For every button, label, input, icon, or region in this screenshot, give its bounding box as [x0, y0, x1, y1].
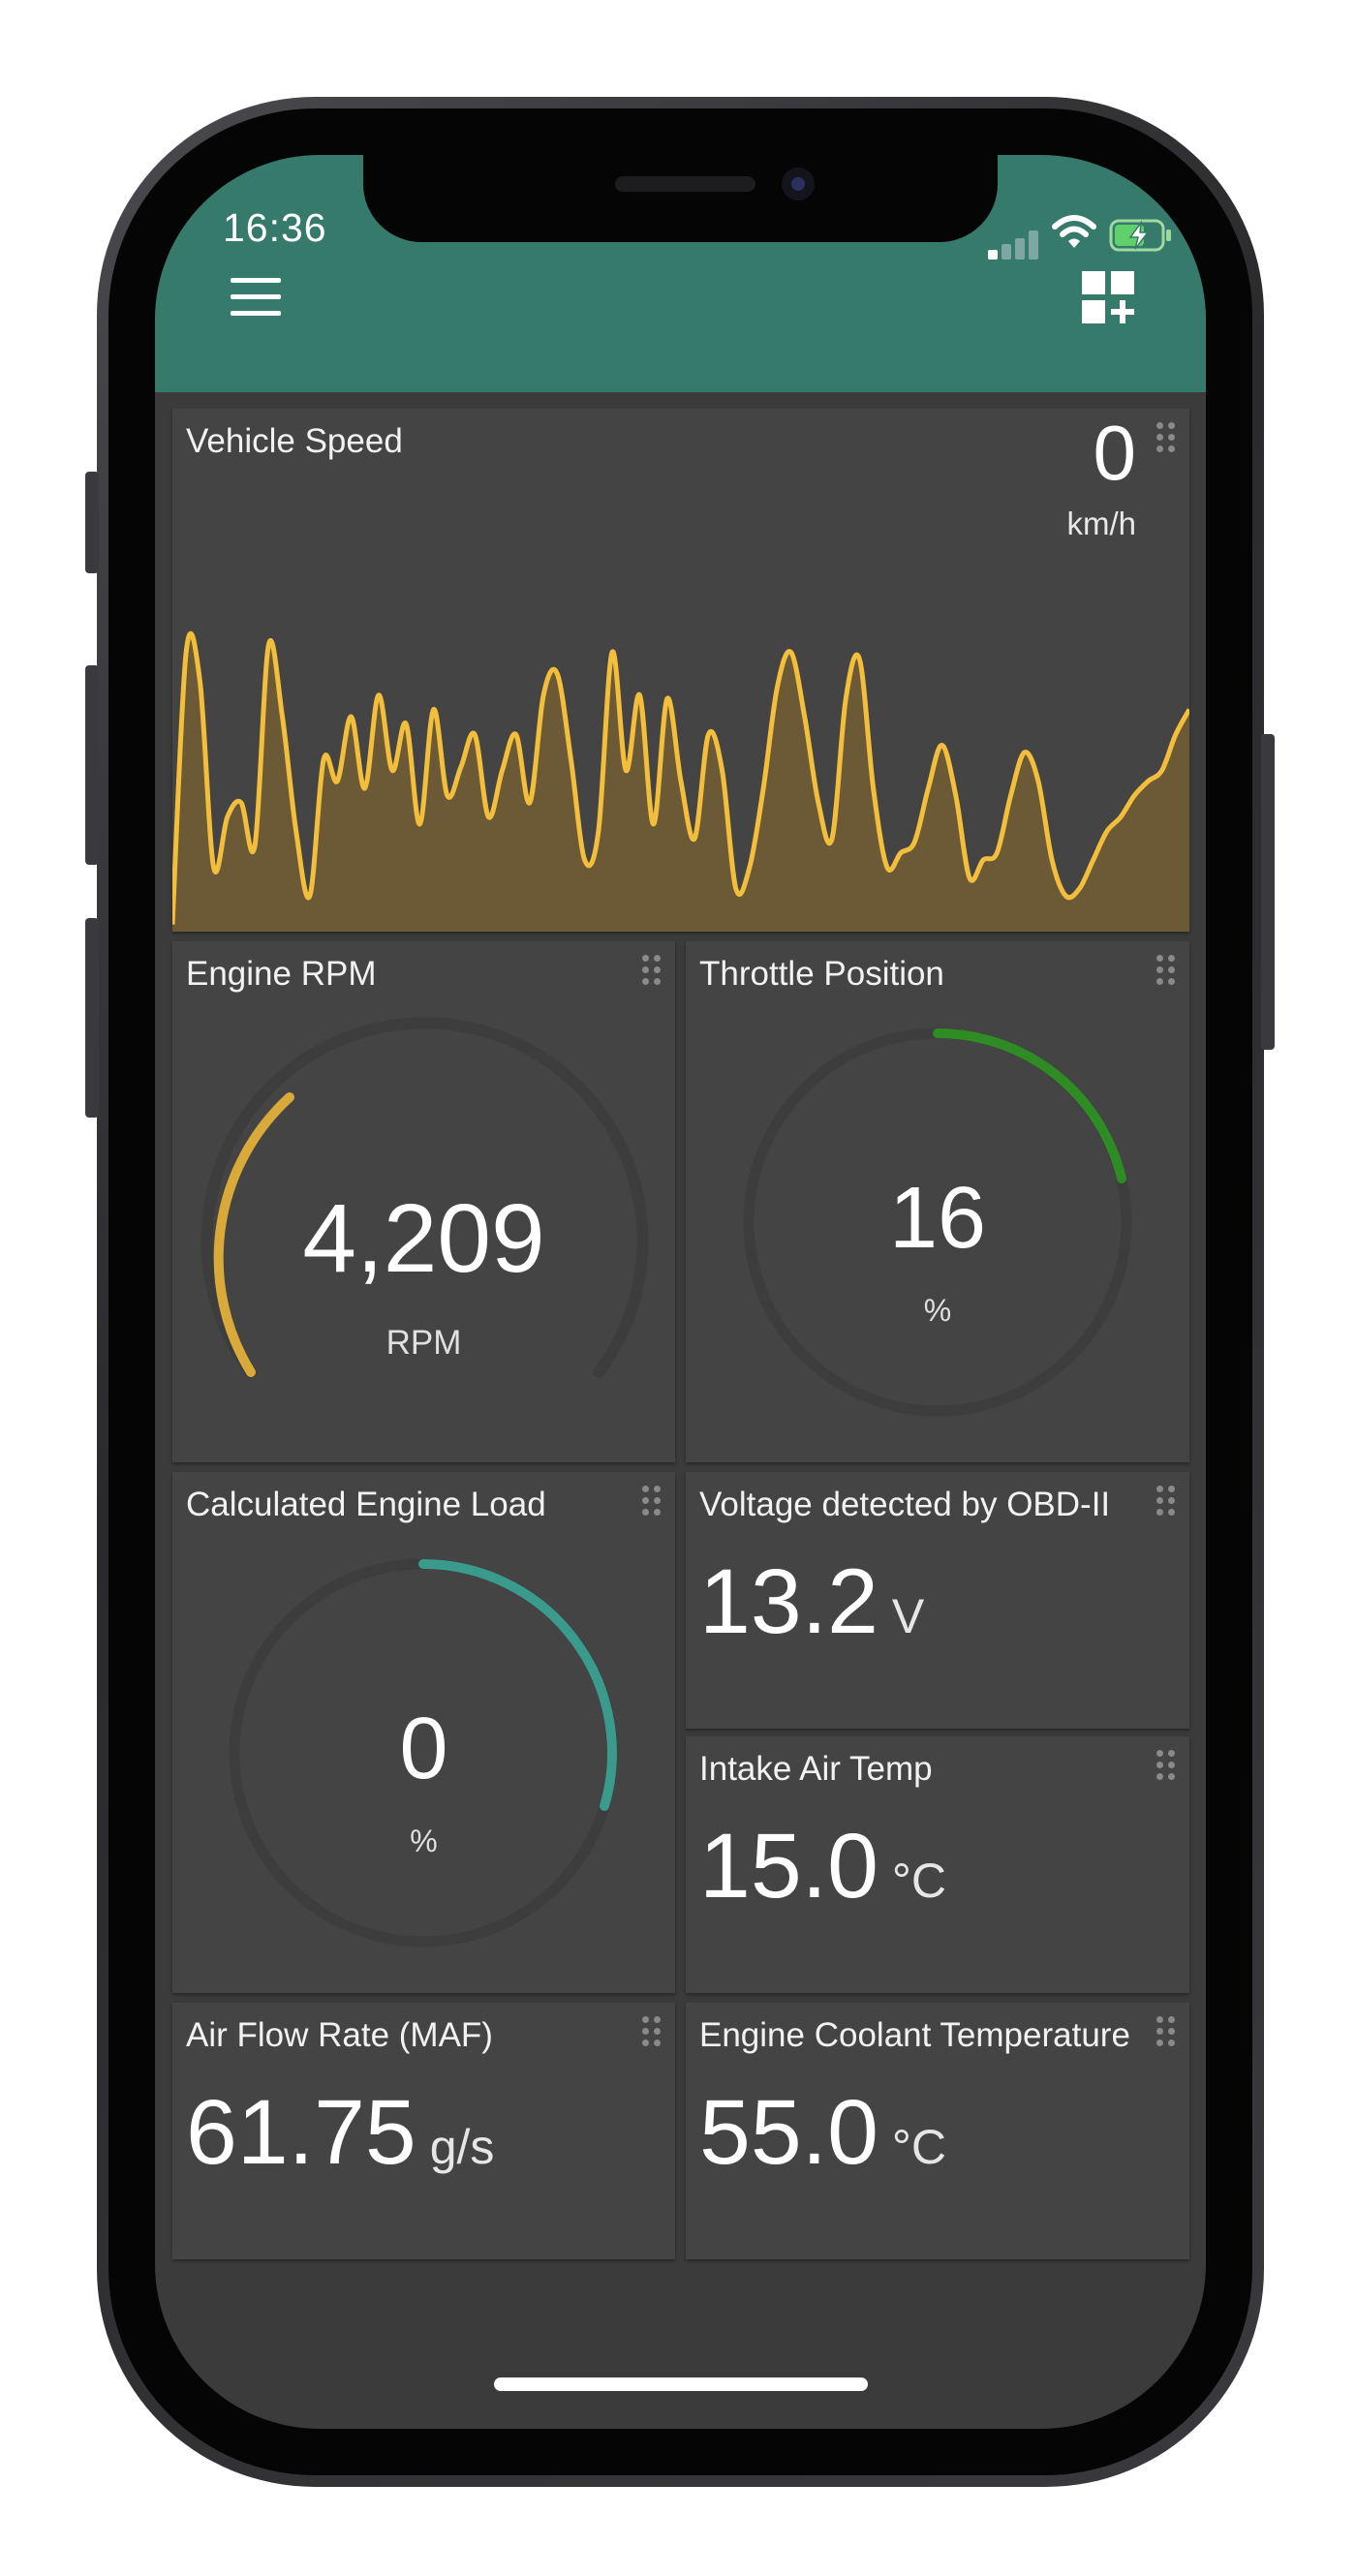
- drag-handle-icon[interactable]: [642, 1486, 662, 1517]
- battery-charging-icon: [1109, 219, 1171, 252]
- drag-handle-icon[interactable]: [642, 2016, 662, 2047]
- engine-coolant-temp-value: 55.0: [699, 2081, 878, 2184]
- calculated-engine-load-widget[interactable]: Calculated Engine Load 0 %: [172, 1472, 675, 1993]
- drag-handle-icon[interactable]: [642, 955, 662, 986]
- voltage-reading: 13.2 V: [699, 1549, 924, 1655]
- throttle-position-unit: %: [923, 1293, 952, 1328]
- intake-air-temp-unit: °C: [891, 1854, 947, 1908]
- widget-title: Engine Coolant Temperature: [699, 2016, 1130, 2054]
- calculated-engine-load-unit: %: [410, 1824, 438, 1858]
- wifi-icon: [1052, 215, 1096, 248]
- status-time: 16:36: [223, 205, 327, 250]
- drag-handle-icon[interactable]: [1156, 2016, 1176, 2047]
- air-flow-rate-widget[interactable]: Air Flow Rate (MAF) 61.75 g/s: [172, 2003, 675, 2259]
- voltage-widget[interactable]: Voltage detected by OBD-II 13.2 V: [686, 1472, 1189, 1729]
- drag-handle-icon[interactable]: [1156, 422, 1176, 453]
- widget-title: Intake Air Temp: [699, 1750, 933, 1788]
- engine-coolant-temp-unit: °C: [891, 2120, 947, 2174]
- engine-rpm-unit: RPM: [385, 1324, 462, 1362]
- drag-handle-icon[interactable]: [1156, 1486, 1176, 1517]
- intake-air-temp-reading: 15.0 °C: [699, 1814, 946, 1919]
- vehicle-speed-unit: km/h: [1066, 506, 1136, 541]
- widget-title: Air Flow Rate (MAF): [186, 2016, 493, 2054]
- widget-grid: Vehicle Speed 0 km/h Engine RPM 4,209 RP…: [172, 409, 1189, 2404]
- drag-handle-icon[interactable]: [1156, 955, 1176, 986]
- vehicle-speed-value: 0: [1093, 410, 1137, 496]
- intake-air-temp-value: 15.0: [699, 1815, 878, 1917]
- app-screen: 16:36 Vehicle Speed 0 km/h Engine RPM 4,…: [155, 155, 1206, 2429]
- vehicle-speed-widget[interactable]: Vehicle Speed 0 km/h: [172, 409, 1189, 932]
- volume-up-button: [85, 665, 99, 865]
- calculated-engine-load-value: 0: [399, 1701, 448, 1797]
- silent-switch: [85, 472, 99, 573]
- throttle-position-value: 16: [888, 1170, 987, 1267]
- voltage-unit: V: [891, 1589, 925, 1643]
- engine-rpm-value: 4,209: [302, 1184, 545, 1293]
- engine-coolant-temp-reading: 55.0 °C: [699, 2080, 946, 2186]
- air-flow-rate-unit: g/s: [429, 2120, 495, 2174]
- earpiece-speaker: [615, 176, 755, 192]
- power-button: [1261, 734, 1275, 1050]
- camera-notch: [363, 155, 998, 242]
- air-flow-rate-reading: 61.75 g/s: [186, 2080, 494, 2186]
- engine-rpm-widget[interactable]: Engine RPM 4,209 RPM: [172, 941, 675, 1462]
- front-camera: [782, 168, 815, 200]
- widget-title: Voltage detected by OBD-II: [699, 1486, 1111, 1523]
- engine-coolant-temp-widget[interactable]: Engine Coolant Temperature 55.0 °C: [686, 2003, 1189, 2259]
- air-flow-rate-value: 61.75: [186, 2081, 416, 2184]
- voltage-value: 13.2: [699, 1550, 878, 1653]
- drag-handle-icon[interactable]: [1156, 1750, 1176, 1781]
- intake-air-temp-widget[interactable]: Intake Air Temp 15.0 °C: [686, 1736, 1189, 1993]
- hamburger-menu-icon[interactable]: [231, 278, 281, 317]
- vehicle-speed-chart: [172, 630, 1189, 932]
- home-indicator: [494, 2377, 868, 2391]
- add-widget-icon[interactable]: [1082, 271, 1136, 325]
- volume-down-button: [85, 918, 99, 1118]
- throttle-position-widget[interactable]: Throttle Position 16 %: [686, 941, 1189, 1462]
- cellular-signal-icon: [988, 230, 1042, 260]
- widget-title: Vehicle Speed: [186, 422, 403, 460]
- app-header: 16:36: [155, 155, 1206, 392]
